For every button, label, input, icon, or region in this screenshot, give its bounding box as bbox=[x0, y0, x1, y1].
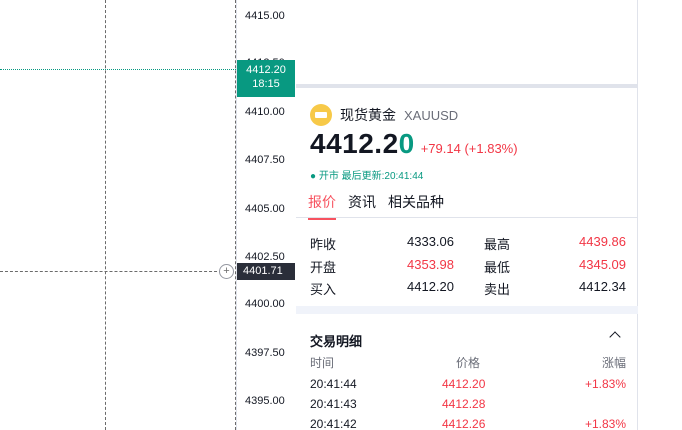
price-axis[interactable]: 4415.00 4412.50 4410.00 4407.50 4405.00 … bbox=[236, 0, 296, 430]
market-status: ● 开市 最后更新:20:41:44 bbox=[310, 167, 423, 182]
trades-title: 交易明细 bbox=[310, 334, 363, 349]
last-price: 4412.20 bbox=[310, 128, 415, 160]
trade-time: 20:41:44 bbox=[310, 377, 357, 391]
section-divider bbox=[296, 306, 638, 314]
right-edge-strip bbox=[638, 0, 682, 430]
quote-row: 昨收 4333.06 最高 4439.86 bbox=[310, 234, 628, 252]
quote-value: 4333.06 bbox=[407, 234, 454, 249]
price-tick: 4410.00 bbox=[245, 106, 285, 118]
price-tick: 4402.50 bbox=[245, 251, 285, 263]
tab-related[interactable]: 相关品种 bbox=[388, 192, 444, 220]
quote-value: 4353.98 bbox=[407, 257, 454, 272]
tab-quote[interactable]: 报价 bbox=[308, 192, 336, 220]
price-tick: 4397.50 bbox=[245, 347, 285, 359]
quote-value: 4345.09 bbox=[579, 257, 626, 272]
tab-news[interactable]: 资讯 bbox=[348, 192, 376, 220]
price-tick: 4415.00 bbox=[245, 10, 285, 22]
quote-label: 买入 bbox=[310, 282, 337, 297]
current-price-label: 4412.20 18:15 bbox=[237, 60, 295, 97]
price-tick: 4407.50 bbox=[245, 154, 285, 166]
tabs-divider bbox=[296, 217, 638, 218]
chevron-up-icon[interactable] bbox=[609, 331, 621, 343]
trade-price: 4412.20 bbox=[442, 377, 486, 391]
trade-price: 4412.26 bbox=[442, 417, 486, 430]
trade-change: +1.83% bbox=[584, 417, 626, 430]
crosshair-add-icon[interactable]: + bbox=[219, 264, 234, 279]
quote-value: 4412.20 bbox=[407, 279, 454, 294]
price-change: +79.14 (+1.83%) bbox=[420, 141, 518, 156]
trade-price: 4412.28 bbox=[442, 397, 486, 411]
trade-change: +1.83% bbox=[584, 377, 626, 391]
last-price-digit: 0 bbox=[398, 128, 415, 159]
price-tick: 4395.00 bbox=[245, 395, 285, 407]
last-price-main: 4412.2 bbox=[310, 128, 399, 159]
price-tick: 4400.00 bbox=[245, 298, 285, 310]
symbol-header: 现货黄金 XAUUSD bbox=[310, 104, 458, 126]
chart-pane[interactable]: + bbox=[0, 0, 236, 430]
symbol-detail: 现货黄金 XAUUSD 4412.20 +79.14 (+1.83%) ● 开市… bbox=[296, 88, 638, 430]
price-tick: 4405.00 bbox=[245, 203, 285, 215]
quote-value: 4439.86 bbox=[579, 234, 626, 249]
trade-time: 20:41:42 bbox=[310, 417, 357, 430]
current-price-value: 4412.20 bbox=[246, 64, 286, 76]
gold-bar-icon bbox=[310, 104, 332, 126]
current-price-line bbox=[0, 69, 236, 70]
quote-row: 开盘 4353.98 最低 4345.09 bbox=[310, 257, 628, 275]
quote-row: 买入 4412.20 卖出 4412.34 bbox=[310, 279, 628, 297]
trade-time: 20:41:43 bbox=[310, 397, 357, 411]
crosshair-price-label: 4401.71 bbox=[237, 263, 295, 280]
quote-label: 昨收 bbox=[310, 237, 337, 252]
symbol-name: 现货黄金 bbox=[340, 107, 396, 123]
grid-line-vertical bbox=[105, 0, 106, 430]
quote-label: 开盘 bbox=[310, 260, 337, 275]
quote-label: 最低 bbox=[484, 260, 511, 275]
trades-header-time: 时间 bbox=[310, 356, 335, 370]
trades-header-price: 价格 bbox=[456, 356, 481, 370]
detail-tabs: 报价 资讯 相关品种 bbox=[308, 192, 456, 220]
quote-label: 最高 bbox=[484, 237, 511, 252]
trades-header-change: 涨幅 bbox=[601, 356, 626, 370]
bar-countdown: 18:15 bbox=[252, 78, 280, 90]
watchlist-area bbox=[296, 0, 638, 84]
symbol-code: XAUUSD bbox=[404, 107, 459, 123]
price-row: 4412.20 +79.14 (+1.83%) bbox=[310, 128, 518, 160]
quote-label: 卖出 bbox=[484, 282, 511, 297]
symbol-details-panel: 现货黄金 XAUUSD 4412.20 +79.14 (+1.83%) ● 开市… bbox=[296, 0, 638, 430]
quote-value: 4412.34 bbox=[579, 279, 626, 294]
crosshair-horizontal-line bbox=[0, 271, 222, 272]
last-update-time: 最后更新:20:41:44 bbox=[341, 171, 424, 182]
market-open-status: ● 开市 bbox=[310, 171, 339, 182]
